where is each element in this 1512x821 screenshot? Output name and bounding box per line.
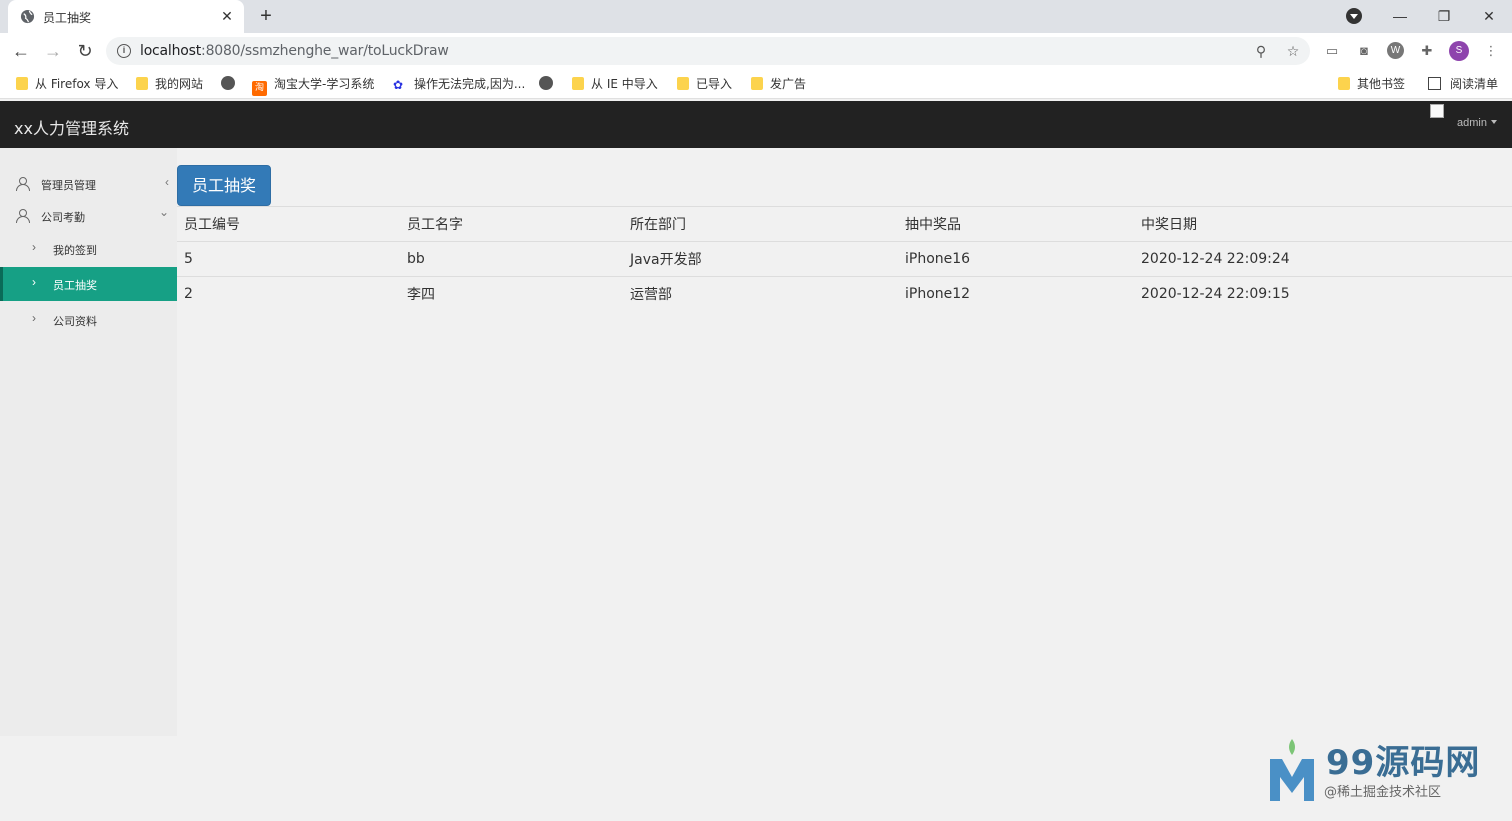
column-header-employee-name: 员工名字 <box>400 206 623 242</box>
baidu-paw-icon: ✿ <box>393 78 404 92</box>
table-cell: 运营部 <box>623 276 898 312</box>
sidebar-item-label: 公司考勤 <box>41 211 85 224</box>
tab-search-icon[interactable] <box>1346 8 1362 24</box>
bookmark-item[interactable]: 从 IE 中导入 <box>572 76 658 92</box>
close-tab-icon[interactable]: ✕ <box>219 8 235 24</box>
globe-icon <box>221 76 235 90</box>
folder-icon <box>677 77 689 90</box>
sidebar-item-label: 管理员管理 <box>41 179 96 192</box>
chevron-right-icon: › <box>32 311 36 325</box>
folder-icon <box>572 77 584 90</box>
main-content: 员工抽奖 员工编号 员工名字 所在部门 抽中奖品 中奖日期 5 bb Java开… <box>177 148 1512 821</box>
taobao-icon: 淘 <box>252 81 267 96</box>
watermark-title: 99源码网 <box>1326 743 1481 783</box>
table-cell: bb <box>400 241 623 277</box>
table-cell: 李四 <box>400 276 623 312</box>
reading-list[interactable]: 阅读清单 <box>1428 76 1498 92</box>
browser-tab-strip: 员工抽奖 ✕ + — ❐ ✕ <box>0 0 1512 33</box>
chevron-right-icon: › <box>32 240 36 254</box>
table-cell: 2 <box>177 276 400 312</box>
table-cell: Java开发部 <box>623 241 898 277</box>
chevron-down-icon: ⌄ <box>158 205 169 219</box>
reading-list-icon <box>1428 77 1441 90</box>
folder-icon <box>751 77 763 90</box>
column-header-date: 中奖日期 <box>1134 206 1512 242</box>
folder-icon <box>136 77 148 90</box>
table-row: 2 李四 运营部 iPhone12 2020-12-24 22:09:15 <box>177 276 1512 312</box>
sidebar-item-employee-lucky-draw[interactable]: › 员工抽奖 <box>0 267 177 301</box>
forward-icon[interactable]: → <box>42 40 64 62</box>
wordpress-extension-icon[interactable]: W <box>1387 42 1404 59</box>
table-cell: iPhone16 <box>898 241 1134 277</box>
chevron-right-icon: › <box>32 275 36 289</box>
sidebar-item-label: 公司资料 <box>53 315 97 328</box>
address-bar[interactable]: i localhost:8080/ssmzhenghe_war/toLuckDr… <box>106 37 1310 65</box>
camera-icon[interactable]: ◙ <box>1355 42 1373 60</box>
bookmark-item[interactable]: 淘淘宝大学-学习系统 <box>252 76 374 96</box>
cast-icon[interactable]: ▭ <box>1323 42 1341 60</box>
reload-icon[interactable]: ↻ <box>74 40 96 62</box>
app-header: xx人力管理系统 admin <box>0 101 1512 148</box>
restore-icon[interactable]: ❐ <box>1432 4 1456 28</box>
window-close-icon[interactable]: ✕ <box>1477 4 1501 28</box>
bookmarks-bar: 从 Firefox 导入 我的网站 淘淘宝大学-学习系统 ✿ 操作无法完成,因为.… <box>0 69 1512 99</box>
lucky-draw-button[interactable]: 员工抽奖 <box>177 165 271 206</box>
info-icon[interactable]: i <box>117 44 131 58</box>
column-header-employee-id: 员工编号 <box>177 206 400 242</box>
watermark: 99源码网 @稀土掘金技术社区 <box>1268 733 1498 803</box>
bookmark-item[interactable]: 从 Firefox 导入 <box>16 76 118 92</box>
folder-icon <box>16 77 28 90</box>
bookmark-item[interactable]: ✿ 操作无法完成,因为... <box>393 76 525 92</box>
user-icon <box>16 177 30 191</box>
bookmark-star-icon[interactable]: ☆ <box>1284 42 1302 60</box>
browser-tab[interactable]: 员工抽奖 ✕ <box>8 0 244 33</box>
new-tab-icon[interactable]: + <box>256 6 276 26</box>
table-cell: iPhone12 <box>898 276 1134 312</box>
sidebar-item-company-info[interactable]: › 公司资料 <box>0 303 177 337</box>
extensions-icon[interactable]: ✚ <box>1418 42 1436 60</box>
app-brand[interactable]: xx人力管理系统 <box>14 115 129 139</box>
bookmark-item[interactable] <box>221 76 242 92</box>
user-avatar[interactable] <box>1430 104 1444 118</box>
back-icon[interactable]: ← <box>10 40 32 62</box>
bookmark-item[interactable]: 已导入 <box>677 76 732 92</box>
sidebar-item-label: 我的签到 <box>53 244 97 257</box>
sidebar-item-attendance[interactable]: 公司考勤 ⌄ <box>0 199 177 233</box>
zoom-icon[interactable]: ⚲ <box>1252 42 1270 60</box>
table-cell: 5 <box>177 241 400 277</box>
watermark-subtitle: @稀土掘金技术社区 <box>1324 785 1442 800</box>
user-icon <box>16 209 30 223</box>
bookmark-item[interactable] <box>539 76 560 92</box>
url-text[interactable]: localhost:8080/ssmzhenghe_war/toLuckDraw <box>140 43 449 59</box>
menu-kebab-icon[interactable]: ⋮ <box>1482 42 1500 60</box>
caret-down-icon <box>1490 120 1497 124</box>
lucky-draw-table: 员工编号 员工名字 所在部门 抽中奖品 中奖日期 5 bb Java开发部 iP… <box>177 206 1512 312</box>
globe-icon <box>20 9 35 24</box>
bookmark-item[interactable]: 发广告 <box>751 76 806 92</box>
table-cell: 2020-12-24 22:09:24 <box>1134 241 1512 277</box>
tab-title: 员工抽奖 <box>43 11 92 25</box>
watermark-logo-icon <box>1270 739 1314 801</box>
column-header-prize: 抽中奖品 <box>898 206 1134 242</box>
chevron-left-icon: ‹ <box>165 175 169 189</box>
table-row: 5 bb Java开发部 iPhone16 2020-12-24 22:09:2… <box>177 241 1512 277</box>
browser-toolbar: ← → ↻ i localhost:8080/ssmzhenghe_war/to… <box>0 33 1512 69</box>
globe-icon <box>539 76 553 90</box>
profile-avatar[interactable]: S <box>1449 41 1469 61</box>
folder-icon <box>1338 77 1350 90</box>
sidebar: 管理员管理 ‹ 公司考勤 ⌄ › 我的签到 › 员工抽奖 › 公司资料 <box>0 148 177 736</box>
column-header-department: 所在部门 <box>623 206 898 242</box>
sidebar-item-label: 员工抽奖 <box>53 279 97 292</box>
minimize-icon[interactable]: — <box>1388 4 1412 28</box>
table-header-row: 员工编号 员工名字 所在部门 抽中奖品 中奖日期 <box>177 206 1512 242</box>
user-menu[interactable]: admin <box>1457 117 1497 129</box>
table-cell: 2020-12-24 22:09:15 <box>1134 276 1512 312</box>
bookmark-item[interactable]: 我的网站 <box>136 76 203 92</box>
bookmark-item[interactable]: 其他书签 <box>1338 76 1405 92</box>
sidebar-item-my-checkin[interactable]: › 我的签到 <box>0 232 177 266</box>
sidebar-item-admin-management[interactable]: 管理员管理 ‹ <box>0 167 177 201</box>
